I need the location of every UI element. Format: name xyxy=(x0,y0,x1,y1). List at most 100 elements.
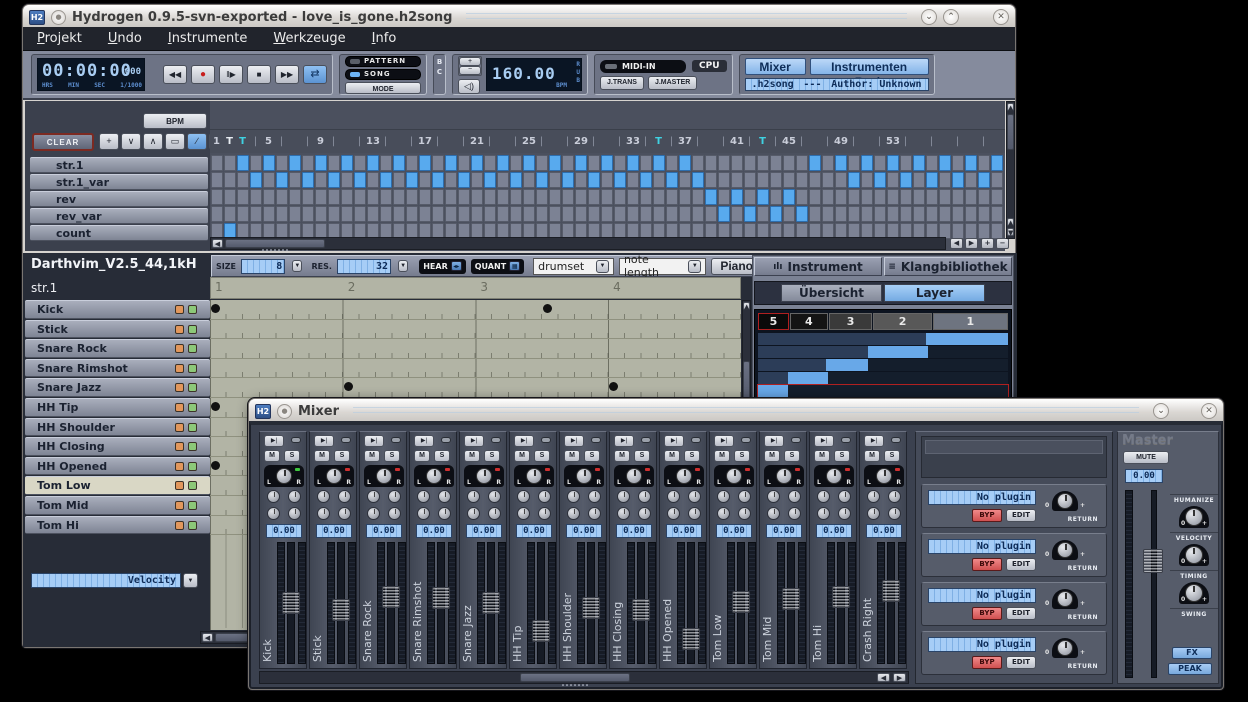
strip-fader-handle[interactable] xyxy=(632,599,650,621)
fx-send-knob-4[interactable] xyxy=(838,507,851,520)
solo-led[interactable] xyxy=(188,521,197,530)
song-cell[interactable] xyxy=(588,155,600,171)
song-cell[interactable] xyxy=(640,172,652,188)
song-cell[interactable] xyxy=(809,172,821,188)
instrument-row-Tom-Hi[interactable]: Tom Hi xyxy=(25,516,210,535)
song-cell[interactable] xyxy=(653,206,665,222)
song-cell[interactable] xyxy=(796,155,808,171)
song-cell[interactable] xyxy=(978,206,990,222)
timeline-col-2[interactable]: T xyxy=(223,130,236,153)
song-cell[interactable] xyxy=(315,189,327,205)
menu-werkzeuge[interactable]: Werkzeuge xyxy=(273,31,345,46)
song-cell[interactable] xyxy=(523,155,535,171)
song-cell[interactable] xyxy=(250,189,262,205)
song-cell[interactable] xyxy=(315,206,327,222)
pan-knob-dial[interactable] xyxy=(676,468,692,484)
song-cell[interactable] xyxy=(315,172,327,188)
song-cell[interactable] xyxy=(367,155,379,171)
song-cell[interactable] xyxy=(484,155,496,171)
song-cell[interactable] xyxy=(302,155,314,171)
fx-send-knob-1[interactable] xyxy=(367,490,380,503)
song-cell[interactable] xyxy=(900,172,912,188)
song-cell[interactable] xyxy=(510,155,522,171)
song-cell[interactable] xyxy=(718,172,730,188)
song-cell[interactable] xyxy=(224,189,236,205)
knob-dial[interactable] xyxy=(1185,508,1203,526)
timeline-col-6[interactable]: | xyxy=(275,130,288,153)
property-select-display[interactable]: Velocity xyxy=(31,573,181,588)
song-cell[interactable] xyxy=(679,155,691,171)
song-cell[interactable] xyxy=(770,189,782,205)
fx-send-knob-3[interactable] xyxy=(517,507,530,520)
note-length-dropdown-icon[interactable]: ▼ xyxy=(688,260,701,273)
pe-scroll-up-icon[interactable]: ▲ xyxy=(743,302,750,310)
song-cell[interactable] xyxy=(627,172,639,188)
strip-mute-button[interactable]: M xyxy=(864,450,880,462)
song-cell[interactable] xyxy=(380,206,392,222)
song-scroll-right-icon[interactable]: ▶ xyxy=(965,238,978,249)
song-cell[interactable] xyxy=(367,189,379,205)
song-cell[interactable] xyxy=(874,189,886,205)
knob-dial[interactable] xyxy=(1185,546,1203,564)
song-cell[interactable] xyxy=(367,206,379,222)
note-dot[interactable] xyxy=(211,461,220,470)
strip-fader-handle[interactable] xyxy=(832,586,850,608)
zoom-out-icon[interactable]: − xyxy=(996,238,1009,249)
song-cell[interactable] xyxy=(757,172,769,188)
strip-pan-knob[interactable]: LR xyxy=(764,465,804,487)
song-cell[interactable] xyxy=(497,189,509,205)
fx-send-knob-4[interactable] xyxy=(888,507,901,520)
strip-pan-knob[interactable]: LR xyxy=(514,465,554,487)
strip-fader-handle[interactable] xyxy=(332,599,350,621)
timeline-col-33[interactable]: 33 xyxy=(626,130,639,153)
timeline-col-14[interactable]: | xyxy=(379,130,392,153)
master-knob-humanize[interactable]: 0+ xyxy=(1179,506,1209,530)
strip-fader-handle[interactable] xyxy=(532,620,550,642)
song-cell[interactable] xyxy=(471,206,483,222)
fx-return-knob[interactable]: 0+ xyxy=(1052,589,1078,613)
timeline-col-40[interactable]: | xyxy=(717,130,730,153)
fx-plugin-name-display[interactable]: No plugin xyxy=(928,637,1036,652)
fx-send-knob-4[interactable] xyxy=(288,507,301,520)
song-cell[interactable] xyxy=(809,189,821,205)
song-scroll-left-icon[interactable]: ◀ xyxy=(950,238,963,249)
song-cell[interactable] xyxy=(913,155,925,171)
song-cell[interactable] xyxy=(484,189,496,205)
note-length-select[interactable]: note length ▼ xyxy=(619,258,706,275)
song-cell[interactable] xyxy=(562,155,574,171)
strip-pan-knob[interactable]: LR xyxy=(314,465,354,487)
song-cell[interactable] xyxy=(575,172,587,188)
timeline-col-24[interactable]: | xyxy=(509,130,522,153)
song-cell[interactable] xyxy=(835,155,847,171)
fx-send-knob-4[interactable] xyxy=(638,507,651,520)
song-cell[interactable] xyxy=(237,189,249,205)
layer-row-2[interactable] xyxy=(758,359,1008,371)
song-cell[interactable] xyxy=(445,172,457,188)
song-cell[interactable] xyxy=(900,206,912,222)
strip-play-button[interactable]: ▶| xyxy=(314,435,334,447)
song-cell[interactable] xyxy=(601,155,613,171)
tab-instrument[interactable]: ılı Instrument xyxy=(754,257,882,276)
master-knob-velocity[interactable]: 0+ xyxy=(1179,544,1209,568)
timeline-col-53[interactable]: 53 xyxy=(886,130,899,153)
window-menu-icon[interactable]: ● xyxy=(51,10,66,25)
strip-pan-knob[interactable]: LR xyxy=(714,465,754,487)
song-cell[interactable] xyxy=(419,189,431,205)
timeline-col-17[interactable]: 17 xyxy=(418,130,431,153)
fx-send-knob-3[interactable] xyxy=(467,507,480,520)
song-cell[interactable] xyxy=(536,189,548,205)
song-timeline[interactable]: 1TT|5||9||13||17||21||25||29||33|T|37||4… xyxy=(210,130,1005,153)
resolution-display[interactable]: 32 xyxy=(337,259,391,274)
menu-projekt[interactable]: Projekt xyxy=(37,31,82,46)
song-cell[interactable] xyxy=(471,172,483,188)
fx-send-knob-3[interactable] xyxy=(717,507,730,520)
quantize-toggle[interactable]: QUANT▦ xyxy=(471,259,524,274)
song-cell[interactable] xyxy=(978,172,990,188)
fx-send-knob-1[interactable] xyxy=(267,490,280,503)
song-cell[interactable] xyxy=(458,206,470,222)
strip-play-button[interactable]: ▶| xyxy=(414,435,434,447)
fx-bypass-button[interactable]: BYP xyxy=(972,656,1002,669)
song-cell[interactable] xyxy=(614,172,626,188)
fx-return-knob[interactable]: 0+ xyxy=(1052,638,1078,662)
timeline-col-56[interactable]: | xyxy=(925,130,938,153)
